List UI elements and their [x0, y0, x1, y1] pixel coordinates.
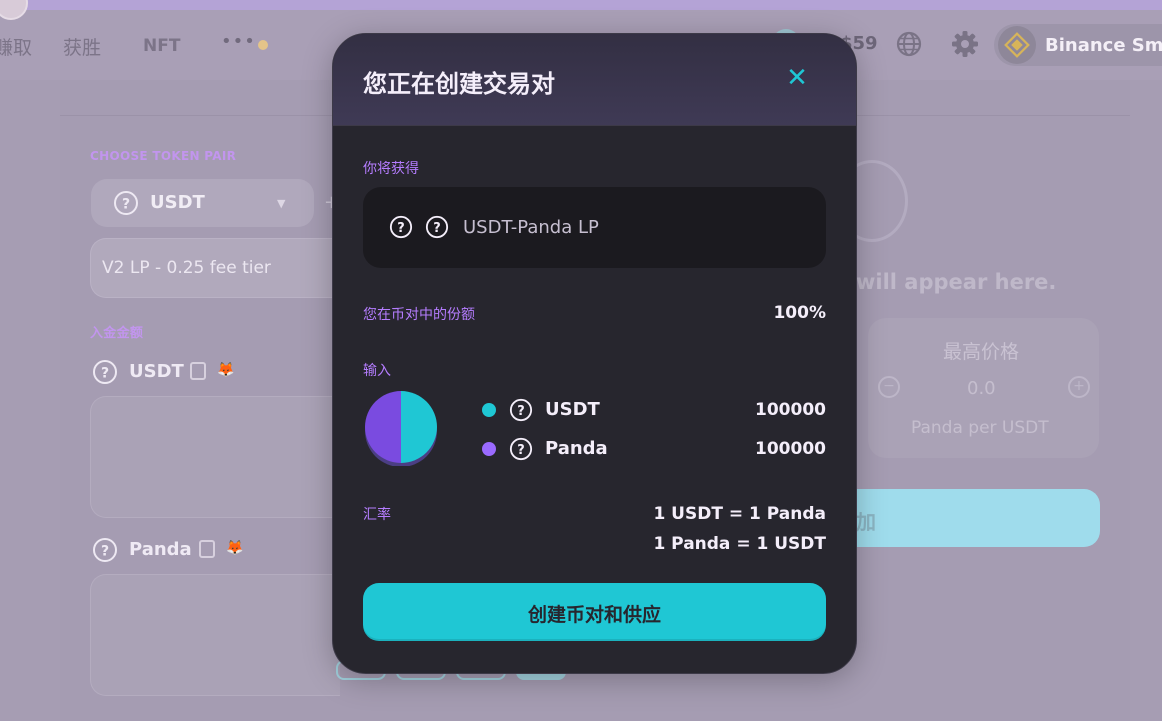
nav-more-icon[interactable]: ••• — [221, 31, 256, 52]
create-pair-modal: 您正在创建交易对 ✕ 你将获得 ? ? USDT-Panda LP 您在币对中的… — [332, 33, 857, 674]
modal-header: 您正在创建交易对 ✕ — [333, 34, 856, 126]
copy-icon[interactable] — [199, 540, 215, 558]
unknown-token-icon: ? — [509, 398, 533, 422]
fee-tier-select[interactable]: V2 LP - 0.25 fee tier — [90, 238, 340, 298]
unknown-token-icon: ? — [426, 215, 449, 239]
unknown-token-icon: ? — [389, 215, 413, 239]
rate-usdt-to-panda: 1 USDT = 1 Panda — [653, 504, 826, 524]
modal-title: 您正在创建交易对 — [363, 70, 555, 98]
rate-label: 汇率 — [363, 507, 391, 523]
fee-tier-label: V2 LP - 0.25 fee tier — [102, 258, 271, 278]
add-button-label: 加 — [856, 510, 876, 534]
empty-state-text: will appear here. — [856, 270, 1057, 294]
unknown-token-icon: ? — [93, 360, 117, 384]
pie-slice-panda — [365, 391, 401, 463]
max-price-value[interactable]: 0.0 — [967, 378, 996, 399]
token-a-select[interactable]: ? USDT ▼ — [91, 179, 314, 227]
pie-slice-usdt — [401, 391, 437, 463]
max-price-unit: Panda per USDT — [911, 418, 1049, 438]
cta-label: 创建币对和供应 — [527, 604, 661, 626]
bnb-chain-icon — [998, 26, 1036, 64]
plus-icon[interactable]: + — [1068, 376, 1090, 398]
svg-text:?: ? — [397, 221, 405, 236]
globe-icon[interactable] — [896, 31, 922, 57]
you-receive-label: 你将获得 — [363, 161, 419, 177]
notification-dot — [258, 40, 268, 50]
metamask-icon[interactable]: 🦊 — [217, 362, 234, 378]
minus-icon[interactable]: − — [878, 376, 900, 398]
copy-icon[interactable] — [190, 362, 206, 380]
deposit-input-a[interactable] — [90, 396, 340, 518]
input-amount-panda: 100000 — [755, 439, 826, 459]
metamask-icon[interactable]: 🦊 — [226, 540, 243, 556]
unknown-token-icon: ? — [509, 437, 533, 461]
svg-text:?: ? — [101, 544, 109, 560]
gear-icon[interactable] — [951, 30, 979, 58]
input-amount-usdt: 100000 — [755, 400, 826, 420]
close-icon[interactable]: ✕ — [783, 64, 811, 92]
nav-item-win[interactable]: 获胜 — [63, 33, 101, 60]
svg-text:?: ? — [122, 197, 130, 213]
deposit-amount-label: 入金金额 — [90, 326, 144, 341]
deposit-input-b[interactable] — [90, 574, 340, 696]
svg-text:?: ? — [433, 221, 441, 236]
unknown-token-icon: ? — [114, 191, 138, 215]
deposit-token-b-label: Panda — [129, 539, 192, 560]
lp-token-name: USDT-Panda LP — [463, 217, 599, 238]
unknown-token-icon: ? — [93, 538, 117, 562]
input-token-panda: Panda — [545, 438, 608, 459]
input-label: 输入 — [363, 363, 391, 379]
nav-item-nft[interactable]: NFT — [143, 36, 180, 56]
max-price-title: 最高价格 — [943, 341, 1020, 363]
panda-color-dot — [482, 442, 496, 456]
nav-item-earn[interactable]: 赚取 — [0, 33, 32, 60]
token-a-label: USDT — [150, 192, 205, 213]
deposit-token-a-label: USDT — [129, 361, 184, 382]
input-token-usdt: USDT — [545, 399, 600, 420]
network-label[interactable]: Binance Sma — [1045, 35, 1162, 56]
share-pie-chart — [365, 391, 437, 466]
share-label: 您在币对中的份额 — [363, 307, 475, 323]
rate-panda-to-usdt: 1 Panda = 1 USDT — [653, 534, 826, 554]
chevron-down-icon: ▼ — [277, 197, 286, 210]
choose-token-pair-label: CHOOSE TOKEN PAIR — [90, 149, 237, 163]
lp-token-box: ? ? USDT-Panda LP — [363, 187, 826, 268]
svg-text:?: ? — [517, 404, 525, 419]
svg-text:?: ? — [101, 366, 109, 382]
top-strip — [0, 0, 1162, 10]
svg-text:?: ? — [517, 443, 525, 458]
usdt-color-dot — [482, 403, 496, 417]
share-value: 100% — [773, 303, 826, 323]
create-pair-and-supply-button[interactable]: 创建币对和供应 — [363, 583, 826, 641]
